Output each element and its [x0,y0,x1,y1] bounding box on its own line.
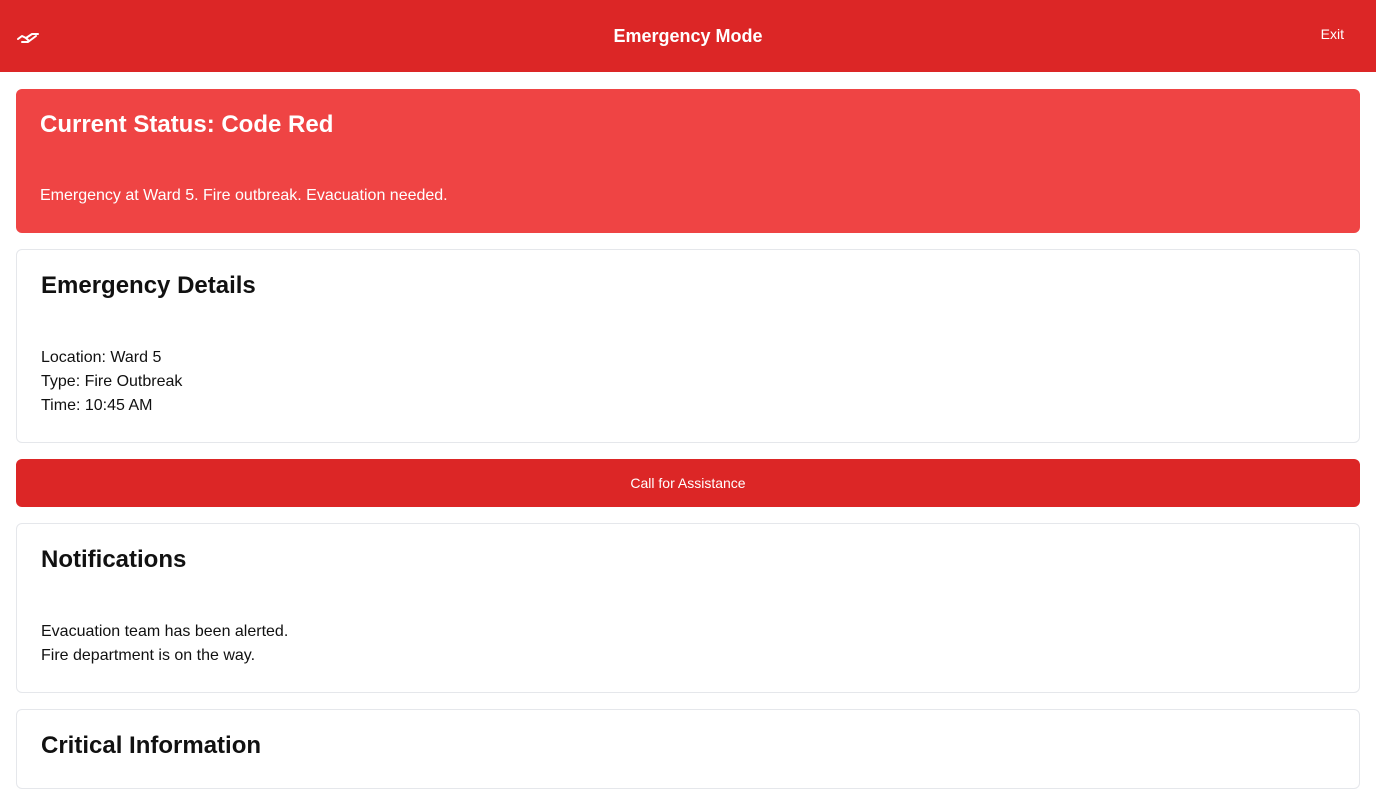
status-message: Emergency at Ward 5. Fire outbreak. Evac… [40,187,448,204]
details-type: Type: Fire Outbreak [41,373,183,390]
top-bar: Emergency Mode Exit [0,0,1376,72]
notifications-card: Notifications Evacuation team has been a… [16,523,1360,693]
emergency-details-card: Emergency Details Location: Ward 5 Type:… [16,249,1360,443]
details-title: Emergency Details [41,272,256,299]
critical-title: Critical Information [41,732,262,759]
critical-information-card: Critical Information [16,709,1360,789]
exit-button[interactable]: Exit [1321,26,1344,42]
call-for-assistance-button[interactable]: Call for Assistance [16,459,1360,507]
details-time: Time: 10:45 AM [41,397,153,414]
status-card: Current Status: Code Red Emergency at Wa… [16,89,1360,233]
notifications-title: Notifications [41,546,187,573]
status-title: Current Status: Code Red [40,111,334,138]
notification-item: Evacuation team has been alerted. [41,623,289,640]
details-location: Location: Ward 5 [41,349,162,366]
notification-item: Fire department is on the way. [41,647,256,664]
main-content: Current Status: Code Red Emergency at Wa… [16,89,1360,805]
handshake-icon[interactable] [16,24,40,48]
page-title: Emergency Mode [613,25,763,46]
